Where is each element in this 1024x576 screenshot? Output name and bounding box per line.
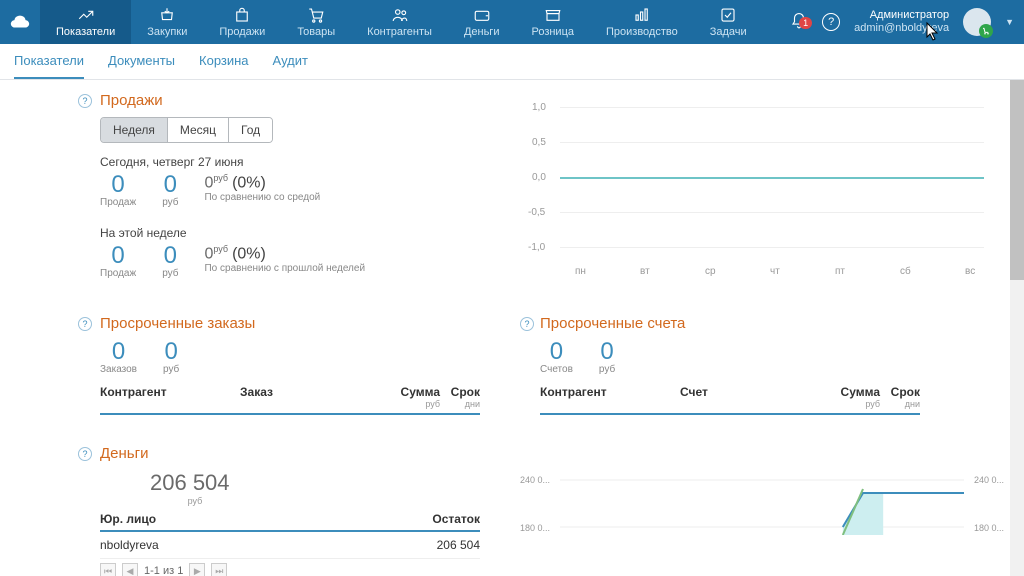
- wallet-icon: [473, 6, 491, 24]
- week-rub-stat: 0 руб: [162, 244, 178, 279]
- pager-next-button[interactable]: ▶: [189, 563, 205, 576]
- notifications-button[interactable]: 1: [790, 12, 808, 33]
- scrollbar[interactable]: [1010, 80, 1024, 576]
- subnav-audit[interactable]: Аудит: [273, 44, 308, 79]
- nav-sales[interactable]: Продажи: [203, 0, 281, 44]
- subnav-indicators[interactable]: Показатели: [14, 44, 84, 79]
- pager-first-button[interactable]: ⏮: [100, 563, 116, 576]
- nav-label: Задачи: [710, 26, 747, 38]
- nav-money[interactable]: Деньги: [448, 0, 516, 44]
- nav-goods[interactable]: Товары: [281, 0, 351, 44]
- notification-badge: 1: [799, 17, 812, 29]
- nav-label: Розница: [531, 26, 574, 38]
- user-menu[interactable]: Администратор admin@nboldyreva: [854, 9, 949, 35]
- subnav-trash[interactable]: Корзина: [199, 44, 249, 79]
- overdue-orders-count: 0 Заказов: [100, 340, 137, 375]
- check-icon: [719, 6, 737, 24]
- section-title-sales: Продажи: [100, 92, 500, 109]
- subnav-documents[interactable]: Документы: [108, 44, 175, 79]
- section-title-money: Деньги: [100, 445, 500, 462]
- week-sales-stat: 0 Продаж: [100, 244, 136, 279]
- content-area: ? Продажи Неделя Месяц Год Сегодня, четв…: [0, 80, 1024, 576]
- help-hint-button[interactable]: ?: [78, 447, 92, 461]
- cart-badge-icon: [979, 24, 993, 38]
- store-icon: [544, 6, 562, 24]
- chart-icon: [77, 6, 95, 24]
- help-hint-button[interactable]: ?: [520, 317, 534, 331]
- period-week-button[interactable]: Неделя: [101, 118, 168, 142]
- today-date-label: Сегодня, четверг 27 июня: [100, 155, 500, 169]
- nav-label: Производство: [606, 26, 678, 38]
- pager-label: 1-1 из 1: [144, 565, 183, 576]
- nav-label: Товары: [297, 26, 335, 38]
- bars-icon: [633, 6, 651, 24]
- pager-prev-button[interactable]: ◀: [122, 563, 138, 576]
- money-table-row[interactable]: nboldyreva 206 504: [100, 532, 480, 559]
- bag-icon: [233, 6, 251, 24]
- overdue-orders-table-head: Контрагент Заказ Суммаруб Срокдни: [100, 381, 480, 415]
- chevron-down-icon[interactable]: ▼: [1005, 17, 1014, 27]
- overdue-bills-table-head: Контрагент Счет Суммаруб Срокдни: [540, 381, 920, 415]
- nav-purchases[interactable]: Закупки: [131, 0, 203, 44]
- help-hint-button[interactable]: ?: [78, 94, 92, 108]
- section-title-overdue-bills: Просроченные счета: [540, 315, 1004, 332]
- overdue-orders-rub: 0 руб: [163, 340, 179, 375]
- user-role: Администратор: [854, 9, 949, 22]
- today-diff-stat: 0руб(0%) По сравнению со средой: [204, 173, 320, 208]
- top-nav: Показатели Закупки Продажи Товары Контра…: [0, 0, 1024, 44]
- basket-in-icon: [158, 6, 176, 24]
- logo-icon[interactable]: [0, 0, 40, 44]
- week-diff-stat: 0руб(0%) По сравнению с прошлой неделей: [204, 244, 365, 279]
- avatar-button[interactable]: [963, 8, 991, 36]
- period-year-button[interactable]: Год: [229, 118, 272, 142]
- money-chart: 240 0... 180 0... 240 0... 180 0...: [520, 475, 1004, 545]
- pager: ⏮ ◀ 1-1 из 1 ▶ ⏭: [100, 563, 500, 576]
- nav-production[interactable]: Производство: [590, 0, 694, 44]
- nav-indicators[interactable]: Показатели: [40, 0, 131, 44]
- today-sales-stat: 0 Продаж: [100, 173, 136, 208]
- money-total: 206 504 руб: [150, 470, 500, 506]
- overdue-bills-count: 0 Счетов: [540, 340, 573, 375]
- nav-label: Контрагенты: [367, 26, 432, 38]
- help-button[interactable]: ?: [822, 13, 840, 31]
- money-table-head: Юр. лицо Остаток: [100, 508, 480, 532]
- nav-tasks[interactable]: Задачи: [694, 0, 763, 44]
- week-date-label: На этой неделе: [100, 226, 500, 240]
- nav-label: Продажи: [219, 26, 265, 38]
- sales-chart: 1,0 0,5 0,0 -0,5 -1,0 пн вт ср чт пт сб …: [520, 102, 1004, 277]
- nav-label: Деньги: [464, 26, 500, 38]
- nav-label: Закупки: [147, 26, 187, 38]
- sub-nav: Показатели Документы Корзина Аудит: [0, 44, 1024, 80]
- today-rub-stat: 0 руб: [162, 173, 178, 208]
- period-toggle: Неделя Месяц Год: [100, 117, 273, 143]
- nav-counterparties[interactable]: Контрагенты: [351, 0, 448, 44]
- section-title-overdue-orders: Просроченные заказы: [100, 315, 500, 332]
- help-hint-button[interactable]: ?: [78, 317, 92, 331]
- people-icon: [391, 6, 409, 24]
- overdue-bills-rub: 0 руб: [599, 340, 615, 375]
- period-month-button[interactable]: Месяц: [168, 118, 229, 142]
- nav-retail[interactable]: Розница: [515, 0, 590, 44]
- user-email: admin@nboldyreva: [854, 22, 949, 35]
- cart-icon: [307, 6, 325, 24]
- pager-last-button[interactable]: ⏭: [211, 563, 227, 576]
- nav-label: Показатели: [56, 26, 115, 38]
